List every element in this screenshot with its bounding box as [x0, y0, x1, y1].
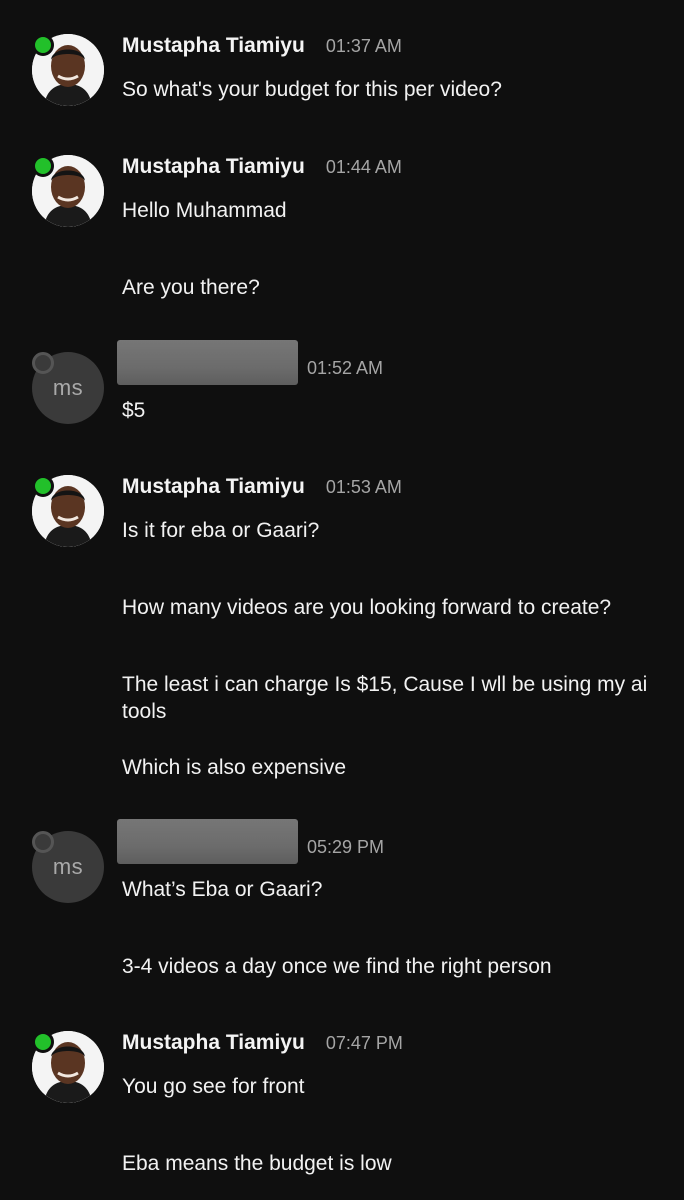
message-text: How many videos are you looking forward …: [122, 596, 612, 619]
redacted-sender-name: [117, 819, 298, 864]
message-text: The least i can charge Is $15, Cause I w…: [122, 673, 648, 723]
timestamp: 01:37 AM: [325, 36, 402, 56]
avatar[interactable]: [32, 1031, 104, 1103]
avatar[interactable]: [32, 34, 104, 106]
message-text: Is it for eba or Gaari?: [122, 519, 320, 542]
redacted-sender-name: [117, 340, 298, 385]
online-status-icon: [32, 1031, 54, 1053]
sender-name[interactable]: Mustapha Tiamiyu: [122, 155, 305, 179]
avatar[interactable]: ms: [32, 352, 104, 424]
message-header: Mustapha Tiamiyu 07:47 PM: [122, 1031, 403, 1059]
timestamp: 01:52 AM: [307, 358, 384, 378]
message-text: What’s Eba or Gaari?: [122, 878, 323, 901]
sender-name[interactable]: Mustapha Tiamiyu: [122, 1031, 305, 1055]
sender-name[interactable]: Mustapha Tiamiyu: [122, 34, 305, 58]
sender-name[interactable]: Mustapha Tiamiyu: [122, 475, 305, 499]
message-text: Eba means the budget is low: [122, 1152, 392, 1175]
avatar[interactable]: [32, 155, 104, 227]
timestamp: 01:44 AM: [325, 157, 402, 177]
timestamp: 01:53 AM: [325, 477, 402, 497]
avatar[interactable]: [32, 475, 104, 547]
timestamp: 05:29 PM: [307, 837, 385, 857]
message-header: Mustapha Tiamiyu 01:53 AM: [122, 475, 402, 503]
online-status-icon: [32, 34, 54, 56]
message-header: Mustapha Tiamiyu 01:37 AM: [122, 34, 402, 62]
message-text: You go see for front: [122, 1075, 305, 1098]
chat-thread: Mustapha Tiamiyu 01:37 AM So what's your…: [0, 0, 684, 1200]
avatar[interactable]: ms: [32, 831, 104, 903]
message-text: 3-4 videos a day once we find the right …: [122, 955, 552, 978]
message-text: Are you there?: [122, 276, 260, 299]
message-text: Which is also expensive: [122, 756, 347, 779]
message-header: Mustapha Tiamiyu 01:44 AM: [122, 155, 402, 183]
online-status-icon: [32, 475, 54, 497]
timestamp: 07:47 PM: [325, 1033, 403, 1053]
message-text: $5: [122, 399, 146, 422]
message-text: Hello Muhammad: [122, 199, 287, 222]
message-text: So what's your budget for this per video…: [122, 78, 502, 101]
offline-status-icon: [32, 352, 54, 374]
offline-status-icon: [32, 831, 54, 853]
online-status-icon: [32, 155, 54, 177]
